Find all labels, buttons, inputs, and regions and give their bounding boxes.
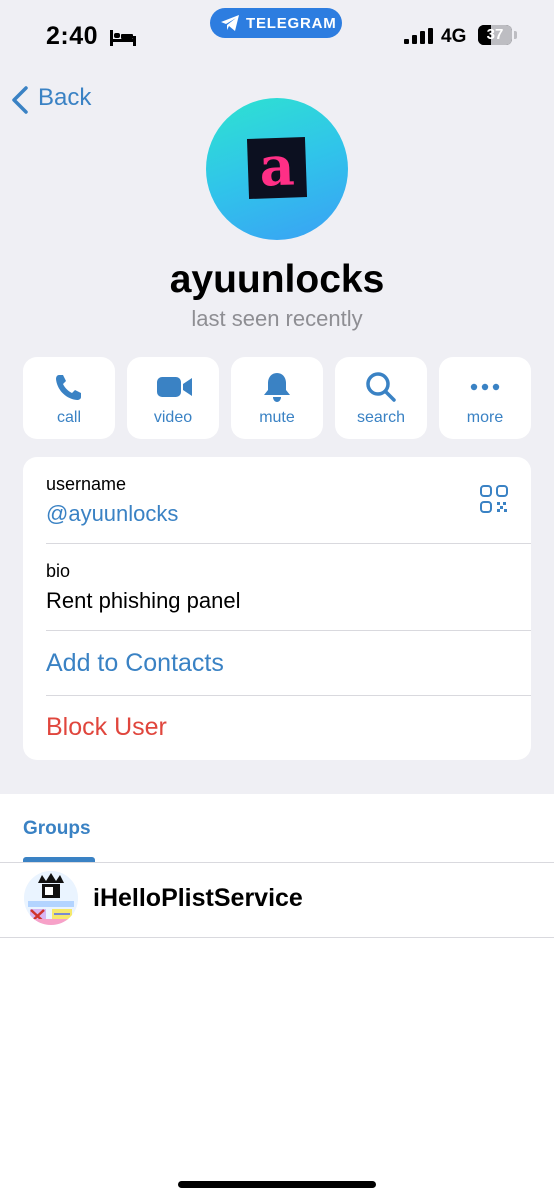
divider	[46, 630, 531, 631]
video-label: video	[153, 409, 193, 426]
profile-status: last seen recently	[191, 306, 363, 331]
more-icon	[470, 383, 500, 391]
divider	[46, 543, 531, 544]
action-buttons: call video mute search more	[23, 357, 531, 439]
chevron-left-icon	[12, 86, 28, 114]
telegram-pill-label: TELEGRAM	[246, 15, 337, 32]
call-button[interactable]: call	[23, 357, 115, 439]
more-label: more	[466, 409, 504, 426]
add-to-contacts-button[interactable]: Add to Contacts	[46, 649, 224, 678]
info-card: username @ayuunlocks bio Rent phishing p…	[23, 457, 531, 760]
mute-label: mute	[259, 409, 295, 426]
battery-cap	[514, 31, 517, 39]
group-name: iHelloPlistService	[93, 884, 303, 912]
block-user-button[interactable]: Block User	[46, 713, 167, 742]
battery-level: 37	[486, 26, 504, 43]
more-button[interactable]: more	[439, 357, 531, 439]
search-icon	[366, 372, 396, 402]
avatar-logo: a	[246, 133, 308, 199]
username-value[interactable]: @ayuunlocks	[46, 501, 178, 527]
qr-code-icon[interactable]	[480, 485, 508, 513]
profile-avatar[interactable]: a	[206, 98, 348, 240]
home-indicator[interactable]	[178, 1181, 376, 1188]
group-list-item[interactable]: iHelloPlistService	[0, 863, 554, 937]
call-label: call	[56, 409, 81, 426]
telegram-pill[interactable]: TELEGRAM	[210, 8, 342, 38]
video-button[interactable]: video	[127, 357, 219, 439]
avatar-letter: a	[258, 133, 296, 199]
telegram-icon	[221, 15, 239, 31]
divider	[0, 937, 554, 938]
battery-icon: 37	[478, 25, 512, 45]
bio-value: Rent phishing panel	[46, 588, 241, 613]
video-icon	[157, 377, 192, 397]
back-label: Back	[38, 84, 92, 111]
phone-icon	[56, 375, 81, 400]
divider	[46, 695, 531, 696]
bio-label: bio	[46, 561, 71, 581]
search-button[interactable]: search	[335, 357, 427, 439]
profile-name: ayuunlocks	[169, 258, 385, 301]
tab-groups[interactable]: Groups	[23, 818, 91, 840]
signal-icon	[404, 28, 433, 44]
search-label: search	[356, 409, 406, 426]
group-avatar	[24, 871, 78, 925]
status-time: 2:40	[46, 22, 99, 50]
username-label: username	[46, 474, 127, 494]
bed-icon	[110, 30, 136, 46]
network-type: 4G	[441, 26, 467, 47]
group-logo-icon	[24, 871, 78, 925]
bell-icon	[264, 373, 290, 402]
status-bar: 2:40 TELEGRAM 4G 37	[0, 0, 554, 70]
mute-button[interactable]: mute	[231, 357, 323, 439]
